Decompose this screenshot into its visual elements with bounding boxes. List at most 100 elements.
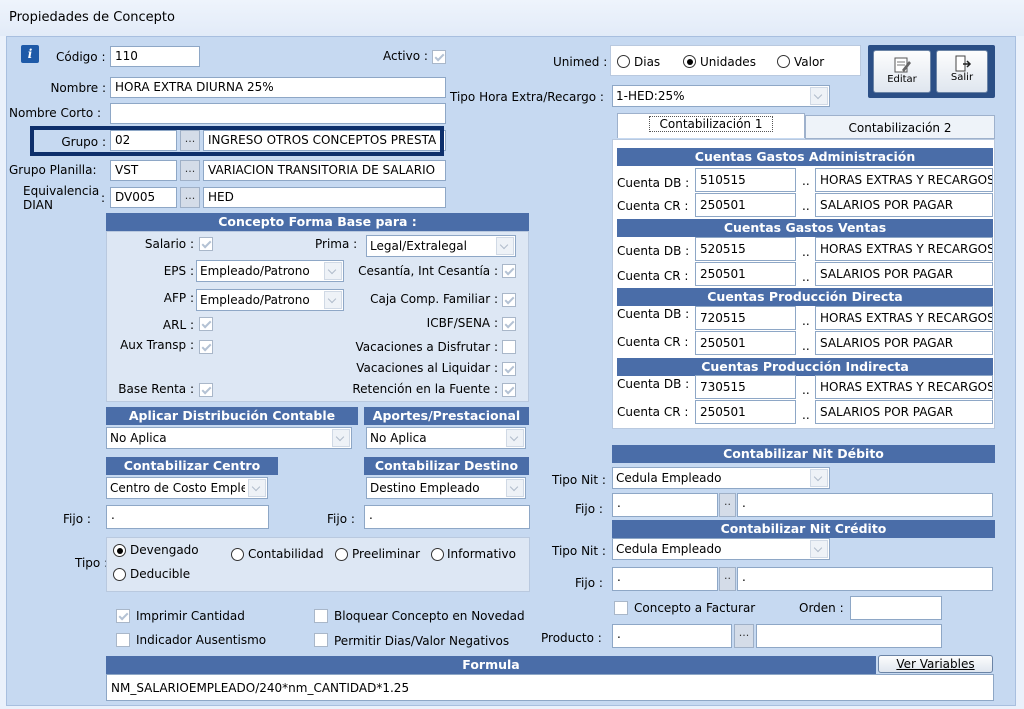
ventas-db-desc[interactable]: HORAS EXTRAS Y RECARGOS [815,237,993,261]
devengado-radio[interactable] [113,544,126,557]
prima-select[interactable]: Legal/Extralegal [366,235,516,257]
grupo-planilla-code-field[interactable]: VST [110,160,177,181]
tab-contabilizacion-2[interactable]: Contabilización 2 [805,115,995,139]
icbf-checkbox[interactable] [502,317,516,331]
tab-contabilizacion-1[interactable]: Contabilización 1 [617,113,805,138]
vac-liquidar-checkbox[interactable] [502,362,516,376]
dias-radio[interactable] [617,55,630,68]
ventas-cr-desc[interactable]: SALARIOS POR PAGAR [815,262,993,286]
chevron-down-icon[interactable] [332,429,350,447]
directa-db-field[interactable]: 720515 [695,306,796,330]
nit-credito-tipo-select[interactable]: Cedula Empleado [612,538,830,560]
admin-cr-field[interactable]: 250501 [695,193,796,217]
chevron-down-icon[interactable] [810,87,828,105]
destino-select[interactable]: Destino Empleado [366,477,526,499]
salir-button[interactable]: Salir [936,50,988,93]
centro-fijo-field[interactable]: . [106,505,269,529]
vac-disfrutar-checkbox[interactable] [502,340,516,354]
destino-fijo-field[interactable]: . [364,505,530,529]
chevron-down-icon[interactable] [810,540,828,558]
admin-db-lookup[interactable]: .. [802,174,810,188]
admin-db-field[interactable]: 510515 [695,168,796,192]
ventas-db-field[interactable]: 520515 [695,237,796,261]
nit-debito-fijo-code[interactable]: . [612,493,718,517]
nit-credito-fijo-code[interactable]: . [612,567,718,591]
producto-lookup-button[interactable]: ... [734,624,754,648]
centro-select[interactable]: Centro de Costo Empleado [106,477,268,499]
distribucion-select[interactable]: No Aplica [106,427,352,449]
chevron-down-icon[interactable] [506,429,524,447]
chevron-down-icon[interactable] [248,479,266,497]
formula-field[interactable]: NM_SALARIOEMPLEADO/240*nm_CANTIDAD*1.25 [106,674,994,701]
base-renta-checkbox[interactable] [199,383,213,397]
equivalencia-desc-field[interactable]: HED [203,187,446,208]
indirecta-cr-desc[interactable]: SALARIOS POR PAGAR [815,400,993,424]
imprimir-checkbox[interactable] [116,609,130,623]
producto-code-field[interactable]: . [612,624,732,648]
indirecta-cr-lookup[interactable]: .. [802,408,810,422]
contabilidad-radio[interactable] [231,548,244,561]
facturar-checkbox[interactable] [614,601,628,615]
nit-credito-tipo-value: Cedula Empleado [616,542,722,556]
bloquear-checkbox[interactable] [314,609,328,623]
valor-radio[interactable] [777,55,790,68]
chevron-down-icon[interactable] [810,469,828,487]
codigo-field[interactable]: 110 [110,46,200,67]
grupo-planilla-lookup-button[interactable]: ... [180,160,200,181]
chevron-down-icon[interactable] [506,479,524,497]
chevron-down-icon[interactable] [324,291,342,309]
editar-button[interactable]: Editar [873,50,931,93]
admin-cr-lookup[interactable]: .. [802,199,810,213]
producto-desc-field[interactable] [756,624,942,648]
indirecta-db-lookup[interactable]: .. [802,383,810,397]
directa-cr-desc[interactable]: SALARIOS POR PAGAR [815,331,993,355]
ventas-cr-lookup[interactable]: .. [802,270,810,284]
directa-cr-field[interactable]: 250501 [695,331,796,355]
deducible-radio[interactable] [113,568,126,581]
orden-field[interactable] [850,596,942,620]
arl-checkbox[interactable] [199,317,213,331]
salario-checkbox[interactable] [199,237,213,251]
equivalencia-code-field[interactable]: DV005 [110,187,177,208]
tipo-hora-label: Tipo Hora Extra/Recargo : [450,90,604,104]
admin-cr-desc[interactable]: SALARIOS POR PAGAR [815,193,993,217]
afp-label: AFP : [163,291,194,305]
directa-cr-lookup[interactable]: .. [802,339,810,353]
nombre-field[interactable]: HORA EXTRA DIURNA 25% [110,77,446,98]
chevron-down-icon[interactable] [496,237,514,255]
indirecta-db-desc[interactable]: HORAS EXTRAS Y RECARGOS [815,375,993,399]
retencion-checkbox[interactable] [502,383,516,397]
activo-checkbox[interactable] [432,50,446,64]
directa-db-desc[interactable]: HORAS EXTRAS Y RECARGOS [815,306,993,330]
directa-db-lookup[interactable]: .. [802,314,810,328]
ventas-cr-field[interactable]: 250501 [695,262,796,286]
ventas-db-lookup[interactable]: .. [802,245,810,259]
ver-variables-button[interactable]: Ver Variables [878,655,993,673]
nit-credito-fijo-desc[interactable]: . [737,567,993,591]
aportes-select[interactable]: No Aplica [366,427,526,449]
nit-debito-fijo-label: Fijo : [575,502,603,516]
admin-db-desc[interactable]: HORAS EXTRAS Y RECARGOS [815,168,993,192]
ausentismo-checkbox[interactable] [116,633,130,647]
indirecta-cr-field[interactable]: 250501 [695,400,796,424]
info-icon[interactable]: i [21,45,39,63]
afp-select[interactable]: Empleado/Patrono [196,289,344,311]
informativo-radio[interactable] [431,548,444,561]
cesantia-checkbox[interactable] [502,264,516,278]
nombre-corto-field[interactable] [110,103,446,124]
unidades-radio[interactable] [683,55,696,68]
chevron-down-icon[interactable] [324,262,342,280]
indirecta-db-field[interactable]: 730515 [695,375,796,399]
grupo-planilla-desc-field[interactable]: VARIACION TRANSITORIA DE SALARIO [203,160,446,181]
aux-transp-checkbox[interactable] [199,340,213,354]
tipo-hora-select[interactable]: 1-HED:25% [612,85,830,107]
nit-credito-lookup-button[interactable]: .. [719,567,736,591]
eps-select[interactable]: Empleado/Patrono [196,260,344,282]
caja-checkbox[interactable] [502,293,516,307]
nit-debito-fijo-desc[interactable]: . [737,493,993,517]
negativos-checkbox[interactable] [314,633,328,647]
nit-debito-lookup-button[interactable]: .. [719,493,736,517]
preeliminar-radio[interactable] [335,548,348,561]
nit-debito-tipo-select[interactable]: Cedula Empleado [612,467,830,489]
equivalencia-lookup-button[interactable]: ... [180,187,200,208]
